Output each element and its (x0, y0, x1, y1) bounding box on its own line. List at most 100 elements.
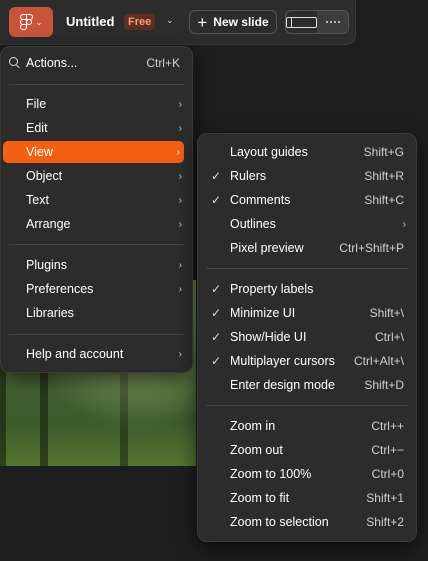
menu-item-label: Actions... (26, 56, 78, 70)
menu-item-label: Help and account (26, 347, 124, 361)
menu-item-help-and-account[interactable]: Help and account › (1, 343, 192, 365)
menu-item-label: Libraries (26, 306, 74, 320)
menu-item-zoom-out[interactable]: Zoom out Ctrl+− (198, 439, 416, 461)
checkmark-icon: ✓ (211, 306, 222, 320)
menu-item-zoom-to-fit[interactable]: Zoom to fit Shift+1 (198, 487, 416, 509)
plan-badge: Free (124, 14, 156, 30)
menu-item-shortcut: Ctrl+0 (371, 467, 404, 481)
menu-divider (206, 268, 408, 269)
menu-item-shortcut: Ctrl++ (371, 419, 404, 433)
menu-item-label: Zoom to 100% (230, 467, 312, 481)
view-mode-toggle (285, 10, 349, 34)
menu-item-layout-guides[interactable]: Layout guides Shift+G (198, 141, 416, 163)
checkmark-icon: ✓ (211, 193, 222, 207)
menu-item-comments[interactable]: ✓ Comments Shift+C (198, 189, 416, 211)
menu-item-shortcut: Ctrl+Alt+\ (353, 354, 404, 368)
menu-item-shortcut: Shift+\ (369, 306, 404, 320)
grid-view-button[interactable] (317, 11, 348, 33)
menu-divider (9, 84, 184, 85)
menu-item-object[interactable]: Object › (1, 165, 192, 187)
chevron-right-icon: › (178, 170, 182, 182)
menu-item-zoom-to-100[interactable]: Zoom to 100% Ctrl+0 (198, 463, 416, 485)
menu-item-shortcut: Shift+2 (366, 515, 404, 529)
menu-item-arrange[interactable]: Arrange › (1, 213, 192, 235)
menu-item-minimize-ui[interactable]: ✓ Minimize UI Shift+\ (198, 302, 416, 324)
menu-item-label: View (26, 145, 53, 159)
menu-item-shortcut: Ctrl+Shift+P (339, 241, 404, 255)
menu-item-label: Zoom in (230, 419, 276, 433)
menu-item-actions[interactable]: Actions... Ctrl+K (1, 52, 192, 74)
menu-item-label: Preferences (26, 282, 94, 296)
checkmark-icon: ✓ (211, 354, 222, 368)
chevron-down-icon: ⌄ (35, 17, 43, 27)
menu-item-file[interactable]: File › (1, 93, 192, 115)
checkmark-icon: ✓ (211, 169, 222, 183)
menu-item-rulers[interactable]: ✓ Rulers Shift+R (198, 165, 416, 187)
plus-icon: + (197, 12, 208, 32)
document-title[interactable]: Untitled (66, 14, 114, 29)
chevron-right-icon: › (178, 348, 182, 360)
sidebar-panel-icon (286, 16, 317, 28)
menu-item-label: File (26, 97, 47, 111)
menu-item-libraries[interactable]: Libraries (1, 302, 192, 324)
chevron-right-icon: › (178, 259, 182, 271)
menu-item-text[interactable]: Text › (1, 189, 192, 211)
menu-item-label: Enter design mode (230, 378, 335, 392)
chevron-right-icon: › (178, 98, 182, 110)
menu-item-zoom-to-selection[interactable]: Zoom to selection Shift+2 (198, 511, 416, 533)
menu-item-shortcut: Shift+1 (366, 491, 404, 505)
menu-item-shortcut: Ctrl+\ (374, 330, 404, 344)
menu-item-view[interactable]: View › (3, 141, 184, 163)
main-menu: Actions... Ctrl+K File › Edit › View › O… (0, 46, 193, 373)
view-submenu: Layout guides Shift+G ✓ Rulers Shift+R ✓… (197, 133, 417, 542)
chevron-right-icon: › (178, 194, 182, 206)
menu-item-label: Comments (230, 193, 291, 207)
menu-item-plugins[interactable]: Plugins › (1, 254, 192, 276)
checkmark-icon: ✓ (211, 282, 222, 296)
menu-item-label: Zoom out (230, 443, 283, 457)
chevron-right-icon: › (178, 218, 182, 230)
menu-item-show-hide-ui[interactable]: ✓ Show/Hide UI Ctrl+\ (198, 326, 416, 348)
menu-item-shortcut: Ctrl+K (146, 56, 180, 70)
menu-item-multiplayer-cursors[interactable]: ✓ Multiplayer cursors Ctrl+Alt+\ (198, 350, 416, 372)
search-icon (9, 57, 18, 66)
menu-item-outlines[interactable]: Outlines › (198, 213, 416, 235)
menu-item-shortcut: Shift+C (364, 193, 404, 207)
menu-item-label: Outlines (230, 217, 276, 231)
menu-divider (9, 244, 184, 245)
menu-item-shortcut: Shift+G (363, 145, 404, 159)
menu-item-property-labels[interactable]: ✓ Property labels (198, 278, 416, 300)
menu-item-label: Object (26, 169, 63, 183)
checkmark-icon: ✓ (211, 330, 222, 344)
menu-item-label: Zoom to fit (230, 491, 290, 505)
menu-item-zoom-in[interactable]: Zoom in Ctrl++ (198, 415, 416, 437)
menu-item-label: Arrange (26, 217, 71, 231)
title-chevron-down-icon[interactable]: ⌄ (166, 15, 174, 26)
main-menu-button[interactable]: ⌄ (9, 7, 53, 37)
new-slide-label: New slide (213, 15, 269, 29)
menu-item-preferences[interactable]: Preferences › (1, 278, 192, 300)
menu-divider (9, 334, 184, 335)
menu-item-edit[interactable]: Edit › (1, 117, 192, 139)
figma-logo-icon (19, 13, 33, 31)
menu-item-label: Minimize UI (230, 306, 296, 320)
menu-divider (206, 405, 408, 406)
menu-item-label: Plugins (26, 258, 67, 272)
menu-item-label: Layout guides (230, 145, 308, 159)
top-toolbar: ⌄ Untitled Free ⌄ + New slide (0, 0, 356, 45)
menu-item-label: Property labels (230, 282, 314, 296)
chevron-right-icon: › (176, 146, 180, 158)
menu-item-label: Zoom to selection (230, 515, 329, 529)
single-view-button[interactable] (286, 11, 317, 33)
menu-item-label: Edit (26, 121, 48, 135)
grid-icon (317, 16, 348, 29)
menu-item-enter-design-mode[interactable]: Enter design mode Shift+D (198, 374, 416, 396)
menu-item-label: Rulers (230, 169, 267, 183)
menu-item-pixel-preview[interactable]: Pixel preview Ctrl+Shift+P (198, 237, 416, 259)
menu-item-label: Pixel preview (230, 241, 304, 255)
menu-item-shortcut: Ctrl+− (371, 443, 404, 457)
menu-item-shortcut: Shift+D (364, 378, 404, 392)
new-slide-button[interactable]: + New slide (189, 10, 277, 34)
menu-item-shortcut: Shift+R (364, 169, 404, 183)
chevron-right-icon: › (178, 283, 182, 295)
